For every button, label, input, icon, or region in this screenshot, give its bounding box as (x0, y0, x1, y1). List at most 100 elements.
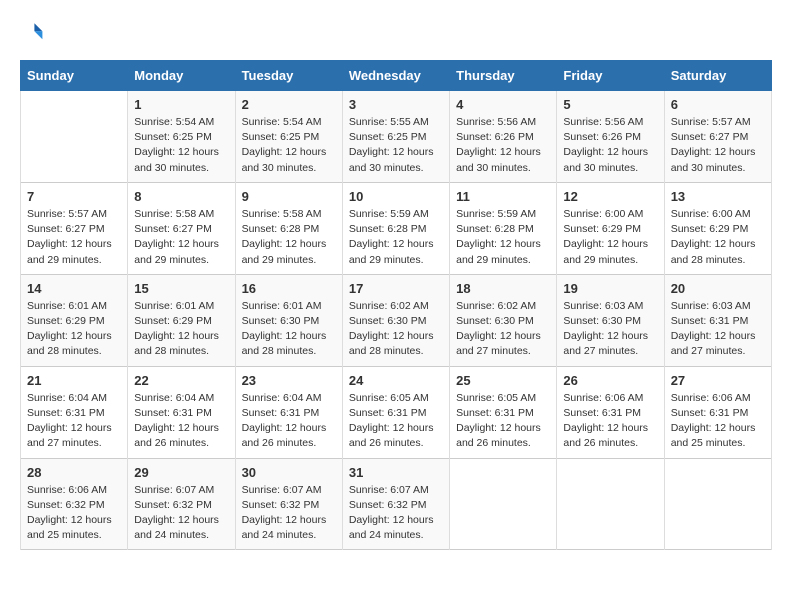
calendar-cell: 24 Sunrise: 6:05 AMSunset: 6:31 PMDayligh… (342, 366, 449, 458)
day-info: Sunrise: 6:00 AMSunset: 6:29 PMDaylight:… (563, 207, 657, 268)
day-info: Sunrise: 5:56 AMSunset: 6:26 PMDaylight:… (563, 115, 657, 176)
calendar-cell: 13Sunrise: 6:00 AMSunset: 6:29 PMDayligh… (664, 182, 771, 274)
day-info: Sunrise: 6:01 AMSunset: 6:30 PMDaylight:… (242, 299, 336, 360)
day-number: 24 (349, 373, 443, 388)
day-number: 30 (242, 465, 336, 480)
day-info: Sunrise: 5:58 AMSunset: 6:27 PMDaylight:… (134, 207, 228, 268)
day-info: Sunrise: 6:07 AMSunset: 6:32 PMDaylight:… (134, 483, 228, 544)
day-number: 10 (349, 189, 443, 204)
day-number: 25 (456, 373, 550, 388)
calendar-cell: 14Sunrise: 6:01 AMSunset: 6:29 PMDayligh… (21, 274, 128, 366)
logo-icon (20, 20, 44, 44)
day-number: 17 (349, 281, 443, 296)
day-number: 19 (563, 281, 657, 296)
day-info: Sunrise: 6:01 AMSunset: 6:29 PMDaylight:… (134, 299, 228, 360)
header-thursday: Thursday (450, 61, 557, 91)
calendar-cell: 10 Sunrise: 5:59 AMSunset: 6:28 PMDayligh… (342, 182, 449, 274)
day-number: 6 (671, 97, 765, 112)
header-sunday: Sunday (21, 61, 128, 91)
calendar-cell: 22 Sunrise: 6:04 AMSunset: 6:31 PMDayligh… (128, 366, 235, 458)
day-number: 3 (349, 97, 443, 112)
week-row-5: 28 Sunrise: 6:06 AMSunset: 6:32 PMDayligh… (21, 458, 772, 550)
day-number: 29 (134, 465, 228, 480)
day-number: 16 (242, 281, 336, 296)
day-number: 15 (134, 281, 228, 296)
day-info: Sunrise: 6:04 AMSunset: 6:31 PMDaylight:… (27, 391, 121, 452)
calendar-table: SundayMondayTuesdayWednesdayThursdayFrid… (20, 60, 772, 550)
day-number: 21 (27, 373, 121, 388)
calendar-cell: 19 Sunrise: 6:03 AMSunset: 6:30 PMDayligh… (557, 274, 664, 366)
day-info: Sunrise: 5:57 AMSunset: 6:27 PMDaylight:… (27, 207, 121, 268)
day-info: Sunrise: 5:55 AMSunset: 6:25 PMDaylight:… (349, 115, 443, 176)
calendar-cell: 30 Sunrise: 6:07 AMSunset: 6:32 PMDayligh… (235, 458, 342, 550)
calendar-cell: 17 Sunrise: 6:02 AMSunset: 6:30 PMDayligh… (342, 274, 449, 366)
calendar-cell: 29 Sunrise: 6:07 AMSunset: 6:32 PMDayligh… (128, 458, 235, 550)
day-info: Sunrise: 5:59 AMSunset: 6:28 PMDaylight:… (349, 207, 443, 268)
day-number: 7 (27, 189, 121, 204)
calendar-cell: 20Sunrise: 6:03 AMSunset: 6:31 PMDayligh… (664, 274, 771, 366)
day-number: 22 (134, 373, 228, 388)
day-info: Sunrise: 6:03 AMSunset: 6:30 PMDaylight:… (563, 299, 657, 360)
day-info: Sunrise: 5:54 AMSunset: 6:25 PMDaylight:… (134, 115, 228, 176)
day-number: 2 (242, 97, 336, 112)
day-number: 11 (456, 189, 550, 204)
calendar-cell: 7 Sunrise: 5:57 AMSunset: 6:27 PMDaylight… (21, 182, 128, 274)
calendar-cell: 9 Sunrise: 5:58 AMSunset: 6:28 PMDaylight… (235, 182, 342, 274)
week-row-2: 7 Sunrise: 5:57 AMSunset: 6:27 PMDaylight… (21, 182, 772, 274)
calendar-cell (21, 91, 128, 183)
day-number: 14 (27, 281, 121, 296)
calendar-header-row: SundayMondayTuesdayWednesdayThursdayFrid… (21, 61, 772, 91)
day-number: 9 (242, 189, 336, 204)
header-saturday: Saturday (664, 61, 771, 91)
day-info: Sunrise: 6:07 AMSunset: 6:32 PMDaylight:… (242, 483, 336, 544)
calendar-cell: 2 Sunrise: 5:54 AMSunset: 6:25 PMDaylight… (235, 91, 342, 183)
day-info: Sunrise: 6:06 AMSunset: 6:32 PMDaylight:… (27, 483, 121, 544)
calendar-cell: 4Sunrise: 5:56 AMSunset: 6:26 PMDaylight… (450, 91, 557, 183)
day-info: Sunrise: 6:06 AMSunset: 6:31 PMDaylight:… (671, 391, 765, 452)
week-row-3: 14 Sunrise: 6:01 AMSunset: 6:29 PMDayligh… (21, 274, 772, 366)
day-number: 23 (242, 373, 336, 388)
calendar-cell: 15 Sunrise: 6:01 AMSunset: 6:29 PMDayligh… (128, 274, 235, 366)
calendar-cell: 26 Sunrise: 6:06 AMSunset: 6:31 PMDayligh… (557, 366, 664, 458)
day-info: Sunrise: 5:57 AMSunset: 6:27 PMDaylight:… (671, 115, 765, 176)
calendar-cell: 21 Sunrise: 6:04 AMSunset: 6:31 PMDayligh… (21, 366, 128, 458)
day-number: 28 (27, 465, 121, 480)
calendar-cell: 1 Sunrise: 5:54 AMSunset: 6:25 PMDaylight… (128, 91, 235, 183)
week-row-1: 1 Sunrise: 5:54 AMSunset: 6:25 PMDaylight… (21, 91, 772, 183)
calendar-cell: 16 Sunrise: 6:01 AMSunset: 6:30 PMDayligh… (235, 274, 342, 366)
calendar-cell (664, 458, 771, 550)
day-info: Sunrise: 6:03 AMSunset: 6:31 PMDaylight:… (671, 299, 765, 360)
calendar-cell: 12 Sunrise: 6:00 AMSunset: 6:29 PMDayligh… (557, 182, 664, 274)
header-monday: Monday (128, 61, 235, 91)
day-number: 26 (563, 373, 657, 388)
calendar-cell: 18Sunrise: 6:02 AMSunset: 6:30 PMDayligh… (450, 274, 557, 366)
day-info: Sunrise: 6:06 AMSunset: 6:31 PMDaylight:… (563, 391, 657, 452)
day-info: Sunrise: 6:04 AMSunset: 6:31 PMDaylight:… (134, 391, 228, 452)
day-info: Sunrise: 6:07 AMSunset: 6:32 PMDaylight:… (349, 483, 443, 544)
calendar-cell: 8Sunrise: 5:58 AMSunset: 6:27 PMDaylight… (128, 182, 235, 274)
header-wednesday: Wednesday (342, 61, 449, 91)
calendar-cell: 23Sunrise: 6:04 AMSunset: 6:31 PMDayligh… (235, 366, 342, 458)
calendar-cell: 6 Sunrise: 5:57 AMSunset: 6:27 PMDaylight… (664, 91, 771, 183)
day-number: 1 (134, 97, 228, 112)
header-tuesday: Tuesday (235, 61, 342, 91)
day-info: Sunrise: 6:05 AMSunset: 6:31 PMDaylight:… (456, 391, 550, 452)
day-info: Sunrise: 6:02 AMSunset: 6:30 PMDaylight:… (349, 299, 443, 360)
calendar-cell: 27Sunrise: 6:06 AMSunset: 6:31 PMDayligh… (664, 366, 771, 458)
page-header (20, 20, 772, 44)
week-row-4: 21 Sunrise: 6:04 AMSunset: 6:31 PMDayligh… (21, 366, 772, 458)
day-number: 18 (456, 281, 550, 296)
day-info: Sunrise: 5:54 AMSunset: 6:25 PMDaylight:… (242, 115, 336, 176)
calendar-cell (450, 458, 557, 550)
calendar-cell (557, 458, 664, 550)
calendar-cell: 28 Sunrise: 6:06 AMSunset: 6:32 PMDayligh… (21, 458, 128, 550)
day-info: Sunrise: 5:58 AMSunset: 6:28 PMDaylight:… (242, 207, 336, 268)
calendar-cell: 3 Sunrise: 5:55 AMSunset: 6:25 PMDaylight… (342, 91, 449, 183)
day-number: 31 (349, 465, 443, 480)
calendar-cell: 5Sunrise: 5:56 AMSunset: 6:26 PMDaylight… (557, 91, 664, 183)
day-info: Sunrise: 6:05 AMSunset: 6:31 PMDaylight:… (349, 391, 443, 452)
day-number: 13 (671, 189, 765, 204)
calendar-cell: 25 Sunrise: 6:05 AMSunset: 6:31 PMDayligh… (450, 366, 557, 458)
day-number: 12 (563, 189, 657, 204)
calendar-cell: 31 Sunrise: 6:07 AMSunset: 6:32 PMDayligh… (342, 458, 449, 550)
